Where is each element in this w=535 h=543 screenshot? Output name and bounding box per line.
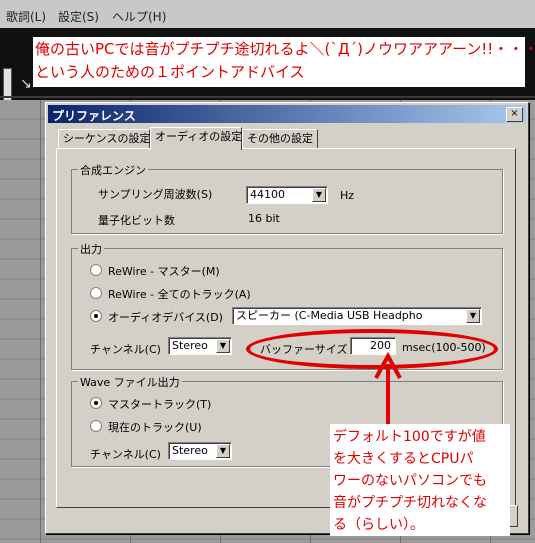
- chevron-down-icon[interactable]: ▼: [312, 188, 326, 202]
- chevron-down-icon[interactable]: ▼: [216, 444, 230, 458]
- wave-channel-value: Stereo: [172, 444, 208, 457]
- close-button[interactable]: ×: [506, 107, 523, 122]
- master-track-label: マスタートラック(T): [108, 398, 212, 411]
- tab-other[interactable]: その他の設定: [242, 129, 318, 148]
- rewire-master-label: ReWire - マスター(M): [108, 265, 220, 278]
- synth-engine-group: 合成エンジン サンプリング周波数(S) 44100 ▼ Hz 量子化ビット数 1…: [71, 162, 503, 234]
- output-channel-label: チャンネル(C): [90, 343, 161, 356]
- audio-device-select[interactable]: スピーカー (C-Media USB Headpho ▼: [232, 307, 482, 325]
- radio-rewire-master[interactable]: [90, 264, 102, 276]
- wave-group-label: Wave ファイル出力: [78, 374, 182, 390]
- playhead-handle[interactable]: [3, 68, 12, 104]
- bit-depth-label: 量子化ビット数: [98, 214, 175, 227]
- banner-line-1: 俺の古いPCでは音がプチプチ途切れるよ＼(`Д´)ノウワアアアーン!!・・・: [35, 40, 535, 58]
- chevron-down-icon[interactable]: ▼: [466, 309, 480, 323]
- note-line: デフォルト100ですが値: [333, 429, 486, 445]
- menu-lyrics[interactable]: 歌詞(L): [6, 8, 46, 25]
- divider: [0, 96, 535, 98]
- bit-depth-value: 16 bit: [248, 212, 280, 225]
- menu-settings[interactable]: 設定(S): [58, 8, 99, 25]
- note-line: ワーのないパソコンでも: [333, 473, 487, 489]
- chevron-down-icon[interactable]: ▼: [216, 339, 230, 353]
- radio-master-track[interactable]: [90, 397, 102, 409]
- current-track-label: 現在のトラック(U): [108, 421, 202, 434]
- menu-help[interactable]: ヘルプ(H): [112, 8, 166, 25]
- dialog-titlebar[interactable]: プリファレンス ×: [48, 105, 526, 123]
- dialog-title: プリファレンス: [52, 109, 136, 123]
- synth-group-label: 合成エンジン: [78, 162, 148, 178]
- audio-device-label: オーディオデバイス(D): [108, 311, 223, 324]
- output-channel-select[interactable]: Stereo ▼: [168, 337, 232, 355]
- radio-rewire-all[interactable]: [90, 287, 102, 299]
- output-group-label: 出力: [78, 241, 104, 257]
- wave-channel-select[interactable]: Stereo ▼: [168, 442, 232, 460]
- advice-banner: 俺の古いPCでは音がプチプチ途切れるよ＼(`Д´)ノウワアアアーン!!・・・ と…: [33, 37, 535, 87]
- grid-line: [40, 100, 41, 543]
- sampling-label: サンプリング周波数(S): [98, 188, 213, 201]
- radio-current-track[interactable]: [90, 420, 102, 432]
- tab-sequence[interactable]: シーケンスの設定: [58, 129, 150, 148]
- output-channel-value: Stereo: [172, 339, 208, 352]
- sampling-value: 44100: [250, 188, 285, 201]
- annotation-arrow-icon: [374, 351, 402, 426]
- note-line: る（らしい）。: [333, 517, 424, 533]
- note-line: 音がプチプチ切れなくな: [333, 495, 487, 511]
- wave-channel-label: チャンネル(C): [90, 448, 161, 461]
- arrow-icon: ↘: [20, 76, 32, 92]
- sampling-unit: Hz: [340, 189, 355, 202]
- note-line: を大きくするとCPUパ: [333, 451, 474, 467]
- tab-audio[interactable]: オーディオの設定: [150, 127, 242, 150]
- rewire-all-label: ReWire - 全てのトラック(A): [108, 288, 251, 301]
- annotation-note: デフォルト100ですが値 を大きくするとCPUパ ワーのないパソコンでも 音がプ…: [330, 424, 510, 536]
- menu-bar: 歌詞(L) 設定(S) ヘルプ(H): [0, 0, 535, 29]
- banner-line-2: という人のための１ポイントアドバイス: [35, 63, 305, 81]
- sampling-rate-select[interactable]: 44100 ▼: [246, 186, 328, 204]
- radio-audio-device[interactable]: [90, 310, 102, 322]
- audio-device-value: スピーカー (C-Media USB Headpho: [236, 309, 423, 322]
